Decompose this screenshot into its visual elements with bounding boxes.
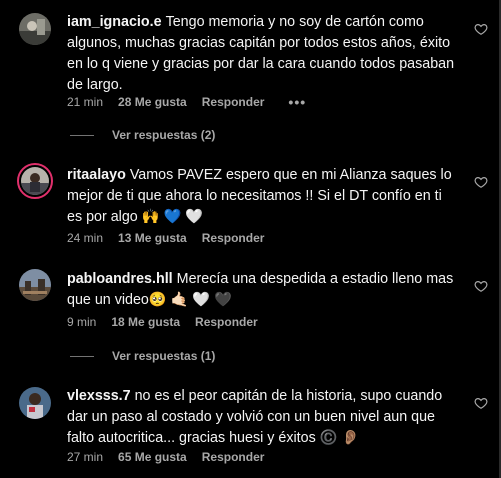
comment-username[interactable]: pabloandres.hll: [67, 271, 173, 287]
comment-time[interactable]: 21 min: [67, 95, 103, 109]
like-count[interactable]: 18 Me gusta: [111, 315, 180, 329]
heart-outline-icon[interactable]: [474, 175, 488, 189]
comment-time[interactable]: 27 min: [67, 450, 103, 464]
avatar-photo-icon: [19, 269, 51, 301]
reply-button[interactable]: Responder: [202, 450, 265, 464]
view-replies-button[interactable]: Ver respuestas (1): [70, 349, 215, 363]
reply-button[interactable]: Responder: [202, 231, 265, 245]
avatar[interactable]: [19, 387, 51, 419]
reply-button[interactable]: Responder: [202, 95, 265, 109]
avatar[interactable]: [17, 163, 53, 199]
like-count[interactable]: 28 Me gusta: [118, 95, 187, 109]
avatar[interactable]: [19, 269, 51, 301]
replies-divider: [70, 134, 94, 136]
view-replies-button[interactable]: Ver respuestas (2): [70, 128, 215, 142]
comment-username[interactable]: iam_ignacio.e: [67, 14, 162, 30]
comment-username[interactable]: vlexsss.7: [67, 388, 131, 404]
reply-button[interactable]: Responder: [195, 315, 258, 329]
replies-divider: [70, 355, 94, 357]
heart-outline-icon[interactable]: [474, 22, 488, 36]
view-replies-label: Ver respuestas (1): [112, 349, 216, 363]
heart-outline-icon[interactable]: [474, 396, 488, 410]
heart-outline-icon[interactable]: [474, 279, 488, 293]
comment-time[interactable]: 24 min: [67, 231, 103, 245]
avatar[interactable]: [19, 13, 51, 45]
view-replies-label: Ver respuestas (2): [112, 128, 216, 142]
comment-time[interactable]: 9 min: [67, 315, 96, 329]
avatar-photo-icon: [21, 167, 49, 195]
like-count[interactable]: 13 Me gusta: [118, 231, 187, 245]
avatar-photo-icon: [19, 387, 51, 419]
more-dots-icon[interactable]: •••: [288, 94, 306, 110]
avatar-photo-icon: [19, 13, 51, 45]
comment-username[interactable]: ritaalayo: [67, 167, 126, 183]
like-count[interactable]: 65 Me gusta: [118, 450, 187, 464]
